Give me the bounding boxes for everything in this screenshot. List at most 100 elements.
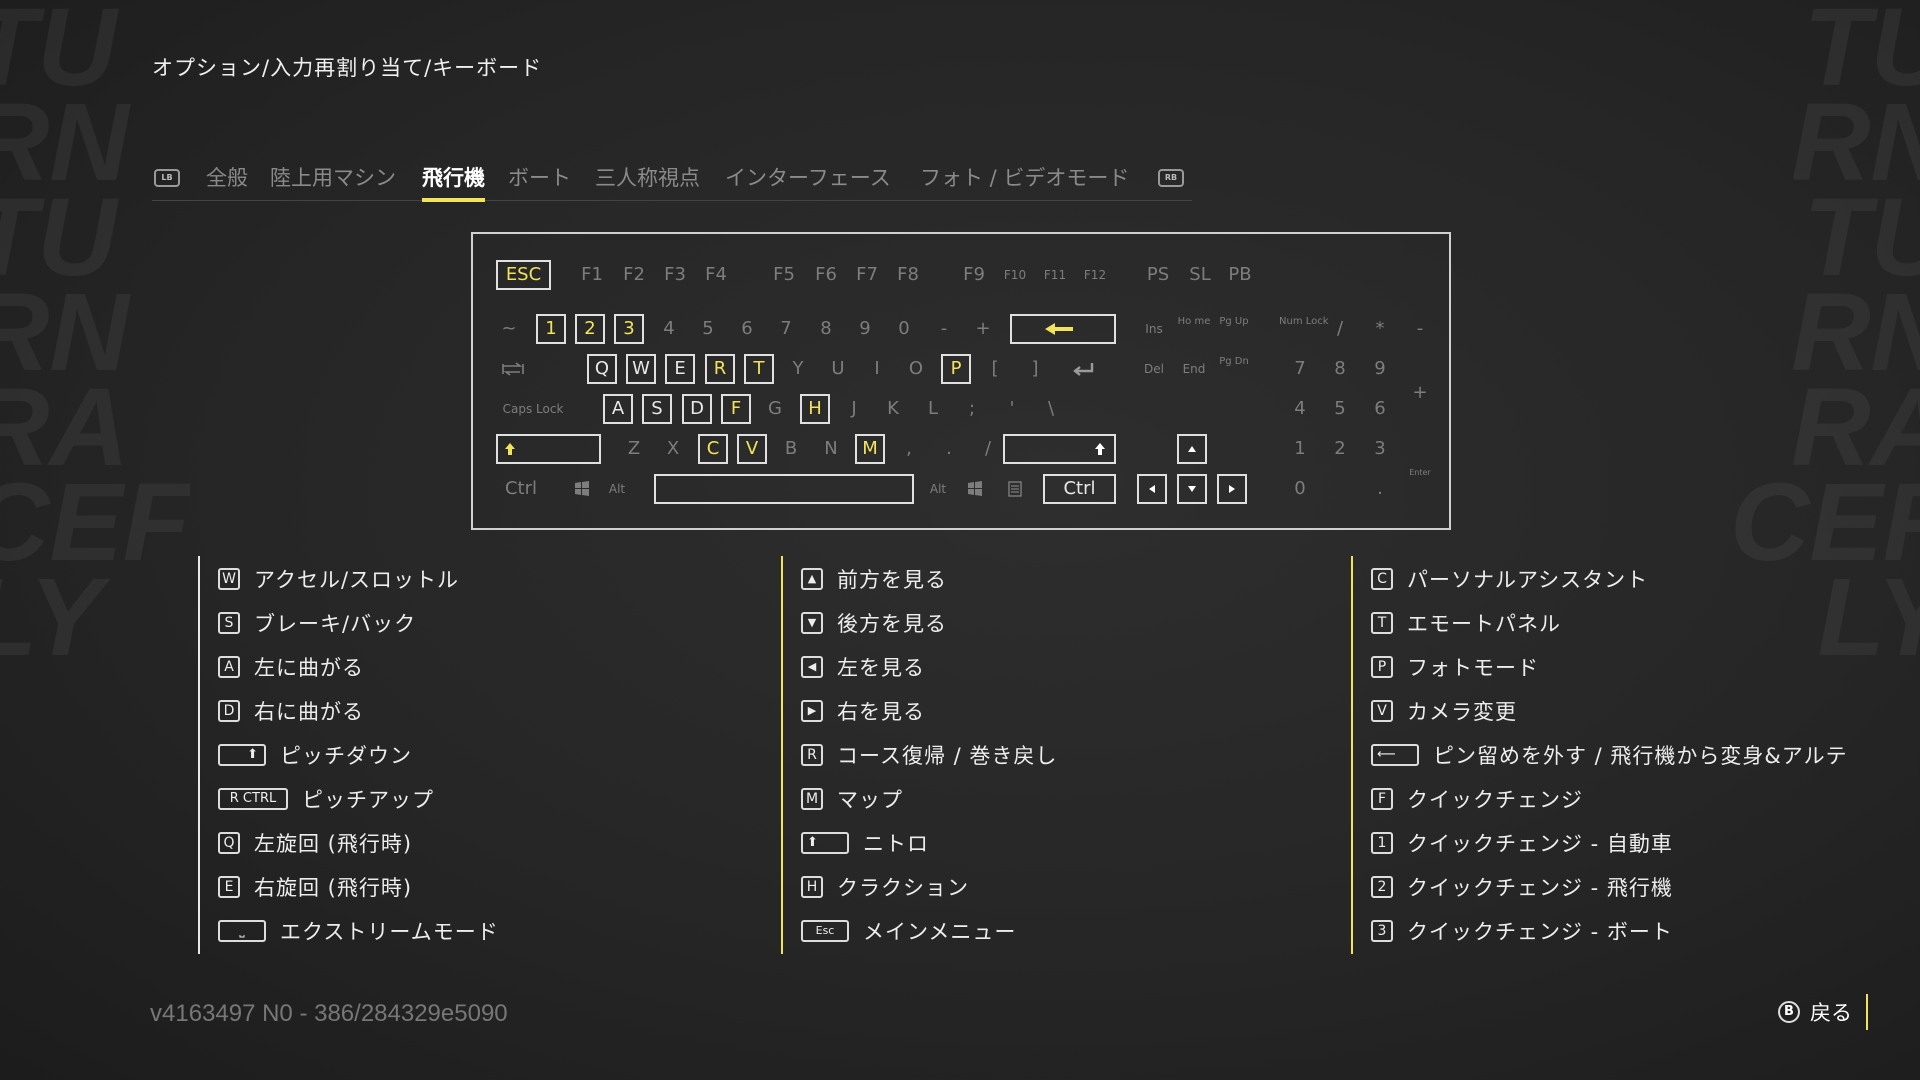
tab-interface[interactable]: インターフェース (725, 162, 891, 192)
key-f10[interactable]: F10 (997, 260, 1033, 290)
key-3[interactable]: 3 (614, 314, 644, 344)
key-alt-right[interactable]: Alt (923, 474, 953, 504)
key-ctrl-right[interactable]: Ctrl (1043, 474, 1116, 504)
key-comma[interactable]: , (894, 434, 924, 464)
key-e[interactable]: E (665, 354, 695, 384)
binding-row[interactable]: ⎵ エクストリームモード (218, 916, 499, 946)
binding-row[interactable]: ⬆ ニトロ (801, 828, 929, 858)
key-numpad-4[interactable]: 4 (1285, 394, 1315, 424)
key-numpad-add[interactable]: + (1405, 378, 1435, 408)
key-f8[interactable]: F8 (893, 260, 923, 290)
key-scrolllock[interactable]: SL (1183, 260, 1217, 290)
binding-row[interactable]: ▶ 右を見る (801, 696, 925, 726)
key-j[interactable]: J (839, 394, 869, 424)
key-arrow-down[interactable] (1177, 474, 1207, 504)
key-n[interactable]: N (816, 434, 846, 464)
key-win-right[interactable] (962, 474, 988, 504)
key-numpad-enter[interactable]: Enter (1405, 458, 1435, 488)
binding-row[interactable]: D 右に曲がる (218, 696, 364, 726)
key-tab[interactable] (496, 354, 530, 384)
key-home[interactable]: Ho me (1177, 314, 1211, 340)
binding-row[interactable]: 2 クイックチェンジ - 飛行機 (1371, 872, 1673, 902)
key-x[interactable]: X (658, 434, 688, 464)
key-f5[interactable]: F5 (769, 260, 799, 290)
key-h[interactable]: H (800, 394, 830, 424)
key-bracket-right[interactable]: ] (1020, 354, 1050, 384)
key-f2[interactable]: F2 (619, 260, 649, 290)
back-button[interactable]: B 戻る (1778, 994, 1868, 1030)
binding-row[interactable]: E 右旋回 (飛行時) (218, 872, 412, 902)
binding-row[interactable]: Esc メインメニュー (801, 916, 1016, 946)
key-quote[interactable]: ' (997, 394, 1027, 424)
binding-row[interactable]: C パーソナルアシスタント (1371, 564, 1648, 594)
key-numpad-0[interactable]: 0 (1285, 474, 1315, 504)
binding-row[interactable]: ⬆ ピッチダウン (218, 740, 412, 770)
key-arrow-left[interactable] (1137, 474, 1167, 504)
tab-general[interactable]: 全般 (206, 162, 248, 192)
key-period[interactable]: . (934, 434, 964, 464)
key-pageup[interactable]: Pg Up (1217, 314, 1251, 340)
key-shift-right[interactable] (1003, 434, 1116, 464)
key-alt-left[interactable]: Alt (603, 474, 631, 504)
binding-row[interactable]: H クラクション (801, 872, 969, 902)
tab-land-vehicles[interactable]: 陸上用マシン (270, 162, 396, 192)
key-delete[interactable]: Del (1137, 354, 1171, 384)
key-arrow-up[interactable] (1177, 434, 1207, 464)
lb-bumper-icon[interactable]: LB (154, 169, 180, 187)
key-s[interactable]: S (642, 394, 672, 424)
key-g[interactable]: G (760, 394, 790, 424)
key-z[interactable]: Z (619, 434, 649, 464)
key-f3[interactable]: F3 (660, 260, 690, 290)
key-minus[interactable]: - (929, 314, 959, 344)
key-backslash[interactable]: \ (1036, 394, 1066, 424)
key-a[interactable]: A (603, 394, 633, 424)
binding-row[interactable]: ⟵ ピン留めを外す / 飛行機から変身&アルテ (1371, 740, 1848, 770)
key-l[interactable]: L (918, 394, 948, 424)
binding-row[interactable]: 1 クイックチェンジ - 自動車 (1371, 828, 1673, 858)
key-pausebreak[interactable]: PB (1223, 260, 1257, 290)
key-numlock[interactable]: Num Lock (1279, 314, 1329, 340)
key-d[interactable]: D (682, 394, 712, 424)
tab-third-person[interactable]: 三人称視点 (595, 162, 700, 192)
key-v[interactable]: V (737, 434, 767, 464)
binding-row[interactable]: ▲ 前方を見る (801, 564, 947, 594)
binding-row[interactable]: M マップ (801, 784, 903, 814)
binding-row[interactable]: S ブレーキ/バック (218, 608, 416, 638)
key-menu[interactable] (1002, 474, 1028, 504)
binding-row[interactable]: V カメラ変更 (1371, 696, 1517, 726)
binding-row[interactable]: R CTRL ピッチアップ (218, 784, 434, 814)
key-win-left[interactable] (569, 474, 595, 504)
key-tilde[interactable]: ~ (496, 314, 522, 344)
key-enter[interactable] (1063, 354, 1103, 384)
key-numpad-decimal[interactable]: . (1365, 474, 1395, 504)
key-pagedown[interactable]: Pg Dn (1217, 354, 1251, 380)
binding-row[interactable]: F クイックチェンジ (1371, 784, 1583, 814)
key-i[interactable]: I (862, 354, 892, 384)
key-esc[interactable]: ESC (496, 260, 551, 290)
key-f1[interactable]: F1 (577, 260, 607, 290)
key-1[interactable]: 1 (536, 314, 566, 344)
key-q[interactable]: Q (587, 354, 617, 384)
key-numpad-divide[interactable]: / (1325, 314, 1355, 344)
key-f9[interactable]: F9 (959, 260, 989, 290)
key-9[interactable]: 9 (850, 314, 880, 344)
key-numpad-3[interactable]: 3 (1365, 434, 1395, 464)
tab-airplane[interactable]: 飛行機 (422, 162, 485, 202)
key-bracket-left[interactable]: [ (980, 354, 1010, 384)
binding-row[interactable]: W アクセル/スロットル (218, 564, 459, 594)
key-semicolon[interactable]: ; (957, 394, 987, 424)
key-c[interactable]: C (698, 434, 728, 464)
key-b[interactable]: B (776, 434, 806, 464)
binding-row[interactable]: Q 左旋回 (飛行時) (218, 828, 412, 858)
key-k[interactable]: K (878, 394, 908, 424)
binding-row[interactable]: ◀ 左を見る (801, 652, 925, 682)
binding-row[interactable]: A 左に曲がる (218, 652, 364, 682)
key-f6[interactable]: F6 (811, 260, 841, 290)
key-numpad-9[interactable]: 9 (1365, 354, 1395, 384)
key-plus[interactable]: + (968, 314, 998, 344)
key-numpad-subtract[interactable]: - (1405, 314, 1435, 344)
key-numpad-2[interactable]: 2 (1325, 434, 1355, 464)
key-7[interactable]: 7 (771, 314, 801, 344)
key-u[interactable]: U (823, 354, 853, 384)
key-capslock[interactable]: Caps Lock (496, 394, 570, 424)
